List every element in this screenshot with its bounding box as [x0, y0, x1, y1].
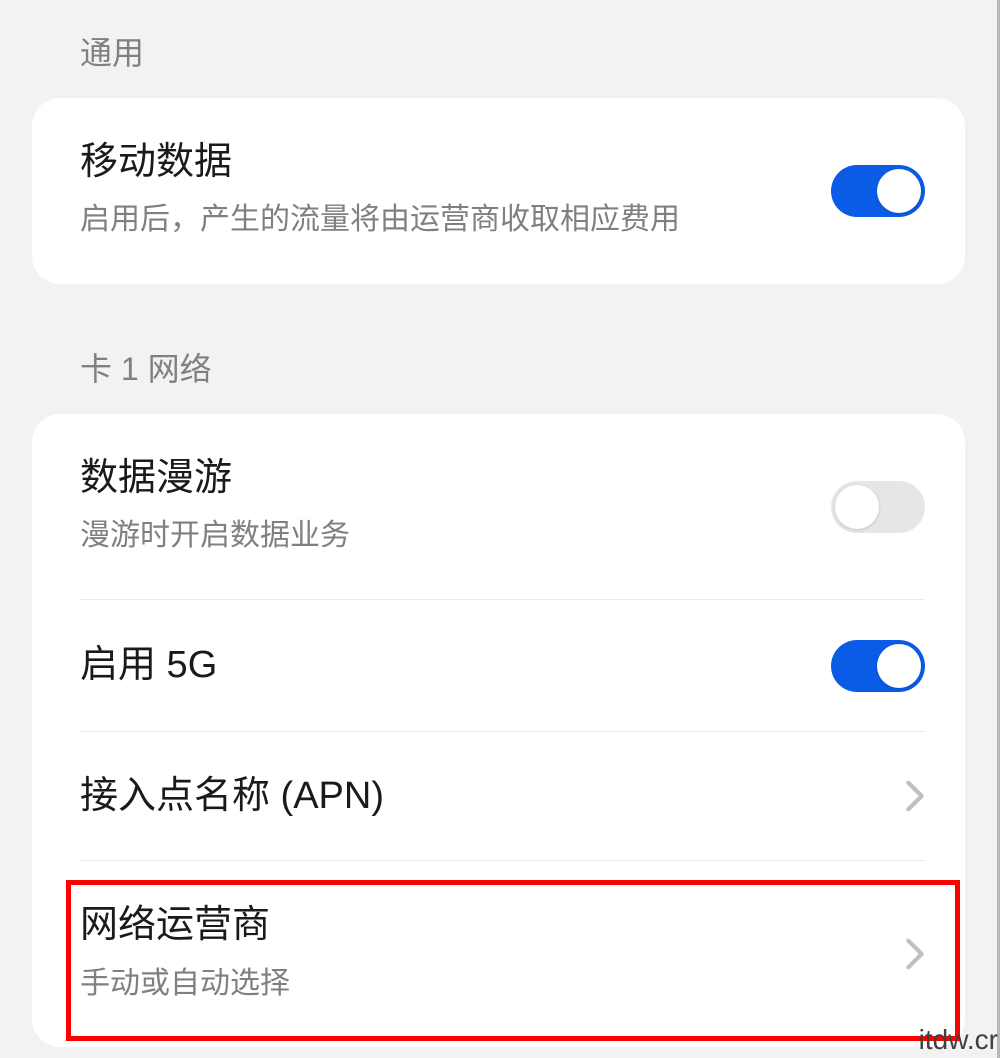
chevron-right-icon [905, 779, 925, 813]
watermark-text: itdw.cr [919, 1024, 998, 1056]
mobile-data-subtitle: 启用后，产生的流量将由运营商收取相应费用 [80, 197, 811, 244]
data-roaming-subtitle: 漫游时开启数据业务 [80, 513, 811, 560]
mobile-data-title: 移动数据 [80, 138, 811, 187]
section-header-sim1: 卡 1 网络 [0, 284, 997, 414]
general-card: 移动数据 启用后，产生的流量将由运营商收取相应费用 [32, 98, 965, 284]
enable-5g-row[interactable]: 启用 5G [32, 600, 965, 732]
toggle-knob-icon [877, 644, 921, 688]
carrier-row[interactable]: 网络运营商 手动或自动选择 [32, 861, 965, 1047]
carrier-text: 网络运营商 手动或自动选择 [80, 901, 885, 1007]
toggle-knob-icon [877, 169, 921, 213]
apn-title: 接入点名称 (APN) [80, 772, 885, 821]
data-roaming-title: 数据漫游 [80, 454, 811, 503]
chevron-right-icon [905, 937, 925, 971]
carrier-title: 网络运营商 [80, 901, 885, 950]
data-roaming-toggle[interactable] [831, 481, 925, 533]
sim1-card: 数据漫游 漫游时开启数据业务 启用 5G 接入点名称 (APN) [32, 414, 965, 1047]
mobile-data-toggle[interactable] [831, 165, 925, 217]
enable-5g-title: 启用 5G [80, 641, 811, 690]
mobile-data-text: 移动数据 启用后，产生的流量将由运营商收取相应费用 [80, 138, 811, 244]
toggle-knob-icon [835, 485, 879, 529]
enable-5g-toggle[interactable] [831, 640, 925, 692]
enable-5g-text: 启用 5G [80, 641, 811, 690]
mobile-data-row[interactable]: 移动数据 启用后，产生的流量将由运营商收取相应费用 [32, 98, 965, 284]
data-roaming-text: 数据漫游 漫游时开启数据业务 [80, 454, 811, 560]
section-header-general: 通用 [0, 0, 997, 98]
carrier-subtitle: 手动或自动选择 [80, 961, 885, 1008]
apn-text: 接入点名称 (APN) [80, 772, 885, 821]
data-roaming-row[interactable]: 数据漫游 漫游时开启数据业务 [32, 414, 965, 600]
apn-row[interactable]: 接入点名称 (APN) [32, 732, 965, 861]
